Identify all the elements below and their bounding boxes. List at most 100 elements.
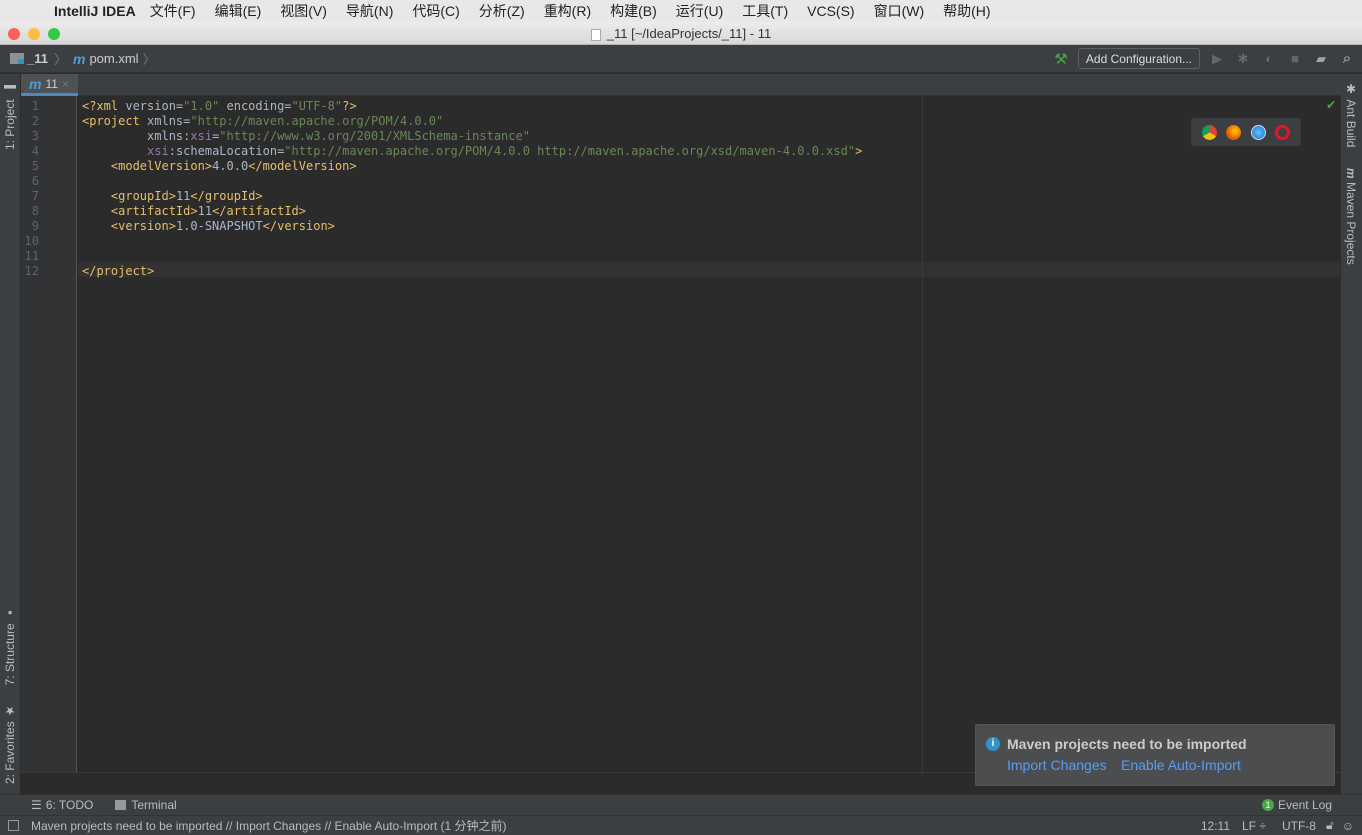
menu-vcs[interactable]: VCS(S) — [807, 3, 854, 19]
right-tool-strip: ✱ Ant Build m Maven Projects — [1341, 74, 1362, 794]
lock-icon[interactable]: 🔓︎ — [1326, 818, 1334, 833]
line-number: 4 — [31, 144, 39, 158]
line-number-gutter: 1 2 3 4 5 6 7 8 9 10 11 12 — [21, 96, 77, 772]
app-name-menu[interactable]: IntelliJ IDEA — [54, 3, 136, 19]
menu-window[interactable]: 窗口(W) — [874, 1, 925, 21]
line-separator-selector[interactable]: LF ÷ — [1242, 819, 1266, 833]
breadcrumb-file[interactable]: pom.xml — [89, 51, 138, 66]
menu-navigate[interactable]: 导航(N) — [346, 1, 393, 21]
menu-tools[interactable]: 工具(T) — [742, 1, 788, 21]
menu-refactor[interactable]: 重构(R) — [544, 1, 591, 21]
code-line[interactable]: <groupId>11</groupId> — [82, 189, 263, 203]
tool-tab-favorites[interactable]: 2: Favorites ★ — [3, 704, 17, 784]
list-icon: ☰ — [31, 798, 42, 812]
browser-preview-popup — [1191, 118, 1301, 146]
tool-tab-ant-build[interactable]: ✱ Ant Build — [1344, 82, 1358, 147]
code-editor[interactable]: ✔ <?xml version="1.0" encoding="UTF-8"?>… — [78, 96, 1340, 772]
code-line[interactable]: <version>1.0-SNAPSHOT</version> — [82, 219, 335, 233]
menu-code[interactable]: 代码(C) — [412, 1, 459, 21]
event-log-button[interactable]: 1 Event Log — [1261, 798, 1332, 812]
star-icon: ★ — [3, 704, 17, 718]
maximize-window-button[interactable] — [48, 28, 60, 40]
import-changes-link[interactable]: Import Changes — [1007, 757, 1107, 773]
project-structure-icon[interactable]: ▰ — [1312, 51, 1330, 67]
menu-help[interactable]: 帮助(H) — [943, 1, 990, 21]
encoding-selector[interactable]: UTF-8 — [1282, 819, 1316, 833]
editor-tab-pom[interactable]: m 11 × — [21, 74, 78, 96]
search-icon[interactable]: ⌕ — [1338, 50, 1356, 67]
window-titlebar: _11 [~/IdeaProjects/_11] - 11 — [0, 22, 1362, 45]
breadcrumb-project[interactable]: _11 — [27, 51, 48, 66]
line-number: 8 — [31, 204, 39, 218]
editor-tab-bar: m 11 × — [21, 74, 1341, 96]
menu-build[interactable]: 构建(B) — [610, 1, 657, 21]
toggle-tool-windows-icon[interactable] — [8, 820, 19, 831]
line-number: 10 — [24, 234, 39, 248]
ant-icon: ✱ — [1344, 82, 1358, 96]
todo-label: 6: TODO — [45, 798, 94, 812]
line-number: 12 — [24, 264, 39, 278]
folder-icon: ▬ — [3, 82, 17, 96]
firefox-icon[interactable] — [1226, 124, 1242, 140]
tool-tab-maven-label: Maven Projects — [1344, 182, 1358, 265]
current-line-highlight — [78, 262, 1340, 277]
run-icon[interactable]: ▶ — [1208, 51, 1226, 67]
breadcrumb-separator: 〉 — [142, 52, 156, 67]
coverage-icon[interactable]: ◐ — [1260, 51, 1278, 66]
macos-menubar: IntelliJ IDEA 文件(F) 编辑(E) 视图(V) 导航(N) 代码… — [0, 0, 1362, 22]
code-line[interactable]: <?xml version="1.0" encoding="UTF-8"?> — [82, 99, 357, 113]
build-hammer-icon[interactable]: ⚒ — [1052, 50, 1070, 68]
tool-tab-structure[interactable]: 7: Structure ▪ — [3, 606, 17, 685]
code-line[interactable]: <artifactId>11</artifactId> — [82, 204, 306, 218]
safari-icon[interactable] — [1250, 124, 1266, 140]
line-number: 1 — [31, 99, 39, 113]
minimize-window-button[interactable] — [28, 28, 40, 40]
add-configuration-button[interactable]: Add Configuration... — [1077, 48, 1200, 69]
code-line[interactable]: xsi:schemaLocation="http://maven.apache.… — [82, 144, 862, 158]
breadcrumb: _11 〉 m pom.xml 〉 — [10, 49, 156, 68]
menu-analyze[interactable]: 分析(Z) — [479, 1, 525, 21]
close-tab-icon[interactable]: × — [62, 77, 69, 91]
code-line[interactable]: </project> — [82, 264, 154, 278]
status-message[interactable]: Maven projects need to be imported // Im… — [31, 817, 507, 834]
line-number: 2 — [31, 114, 39, 128]
code-line[interactable]: <modelVersion>4.0.0</modelVersion> — [82, 159, 357, 173]
menu-run[interactable]: 运行(U) — [676, 1, 723, 21]
debug-icon[interactable]: ✱ — [1234, 51, 1252, 67]
terminal-label: Terminal — [131, 798, 177, 812]
line-number: 9 — [31, 219, 39, 233]
editor-tab-label: 11 — [45, 76, 58, 91]
status-bar: Maven projects need to be imported // Im… — [0, 815, 1362, 835]
stop-icon[interactable]: ■ — [1286, 51, 1304, 66]
code-line[interactable]: <project xmlns="http://maven.apache.org/… — [82, 114, 443, 128]
caret-position[interactable]: 12:11 — [1201, 819, 1230, 833]
chrome-icon[interactable] — [1201, 124, 1217, 140]
opera-icon[interactable] — [1275, 124, 1291, 140]
tool-tab-maven-projects[interactable]: m Maven Projects — [1344, 168, 1358, 265]
inspector-icon[interactable]: ☺ — [1342, 819, 1354, 833]
no-problems-checkmark-icon: ✔ — [1325, 98, 1336, 112]
menu-edit[interactable]: 编辑(E) — [215, 1, 262, 21]
line-number: 6 — [31, 174, 39, 188]
maven-icon: m — [73, 50, 86, 67]
menu-view[interactable]: 视图(V) — [280, 1, 327, 21]
bottom-tool-tabs: ☰ 6: TODO Terminal 1 Event Log — [0, 794, 1362, 815]
line-number: 5 — [31, 159, 39, 173]
event-log-label: Event Log — [1277, 798, 1332, 812]
event-count-badge: 1 — [1261, 799, 1274, 811]
project-folder-icon — [10, 53, 24, 64]
right-margin-guide — [922, 96, 923, 772]
tool-tab-todo[interactable]: ☰ 6: TODO — [31, 798, 93, 812]
structure-icon: ▪ — [3, 606, 17, 620]
tool-tab-favorites-label: 2: Favorites — [3, 721, 17, 785]
tool-tab-project[interactable]: 1: Project ▬ — [3, 82, 17, 150]
code-line[interactable]: xmlns:xsi="http://www.w3.org/2001/XMLSch… — [82, 129, 530, 143]
breadcrumb-separator: 〉 — [53, 52, 67, 67]
menu-file[interactable]: 文件(F) — [150, 1, 196, 21]
enable-auto-import-link[interactable]: Enable Auto-Import — [1121, 757, 1241, 773]
line-number: 11 — [24, 249, 39, 263]
close-window-button[interactable] — [8, 28, 20, 40]
tool-tab-structure-label: 7: Structure — [3, 623, 17, 686]
tool-tab-terminal[interactable]: Terminal — [115, 798, 177, 812]
left-tool-strip: 1: Project ▬ 7: Structure ▪ 2: Favorites… — [0, 74, 21, 794]
